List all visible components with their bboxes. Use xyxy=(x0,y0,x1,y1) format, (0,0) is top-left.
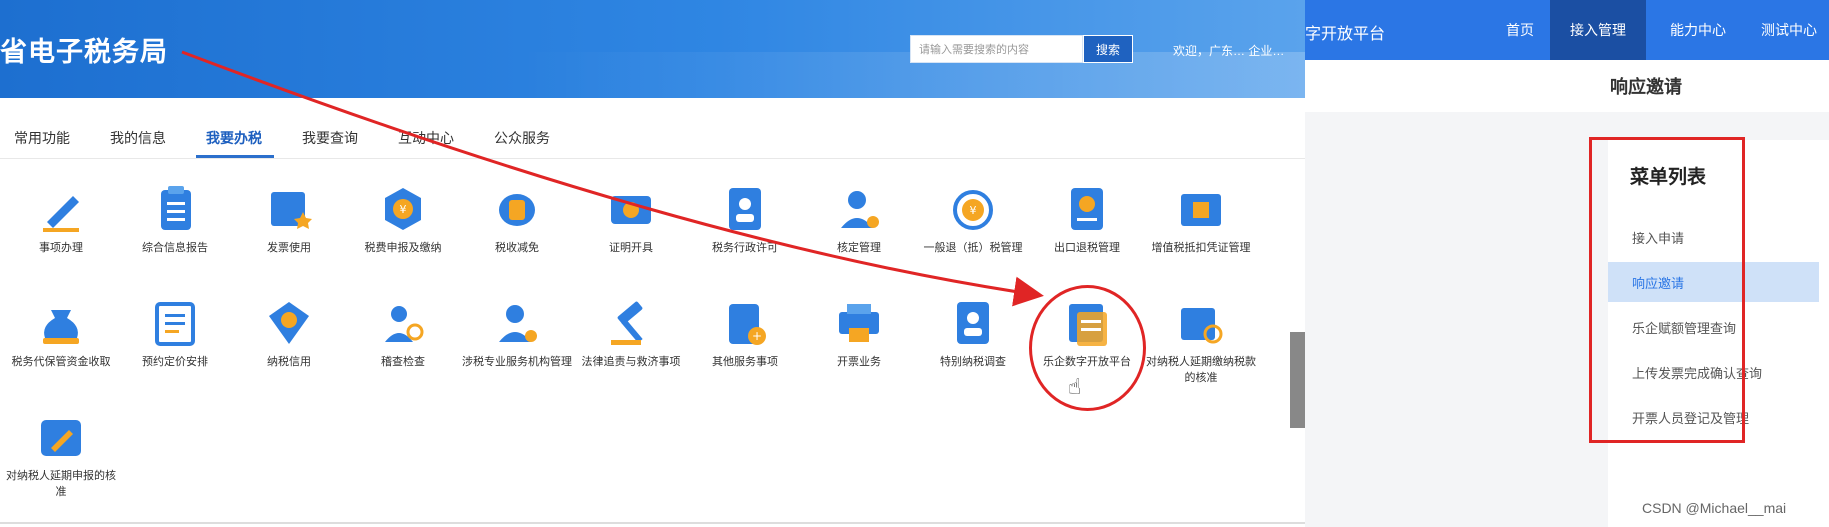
tax-bureau-panel: 省电子税务局 请输入需要搜索的内容 搜索 欢迎，广东… 企业… 常用功能 我的信… xyxy=(0,0,1305,527)
platform-title: 字开放平台 xyxy=(1305,26,1386,43)
annotation-arrow xyxy=(181,50,1044,307)
nav-capability-center[interactable]: 能力中心 xyxy=(1653,0,1743,60)
section-title: 响应邀请 xyxy=(1610,77,1682,97)
annotation-rectangle xyxy=(1589,137,1745,443)
hand-cursor-icon: ☝ xyxy=(1068,374,1082,399)
nav-test-center[interactable]: 测试中心 xyxy=(1749,0,1829,60)
platform-topbar: 字开放平台 首页 接入管理 能力中心 测试中心 xyxy=(1305,0,1829,60)
platform-panel: 字开放平台 首页 接入管理 能力中心 测试中心 响应邀请 菜单列表 接入申请 响… xyxy=(1305,0,1829,527)
nav-access-management[interactable]: 接入管理 xyxy=(1550,0,1646,60)
watermark: CSDN @Michael__mai xyxy=(1642,500,1787,516)
annotation-circle xyxy=(1029,285,1146,411)
nav-home[interactable]: 首页 xyxy=(1485,0,1555,60)
